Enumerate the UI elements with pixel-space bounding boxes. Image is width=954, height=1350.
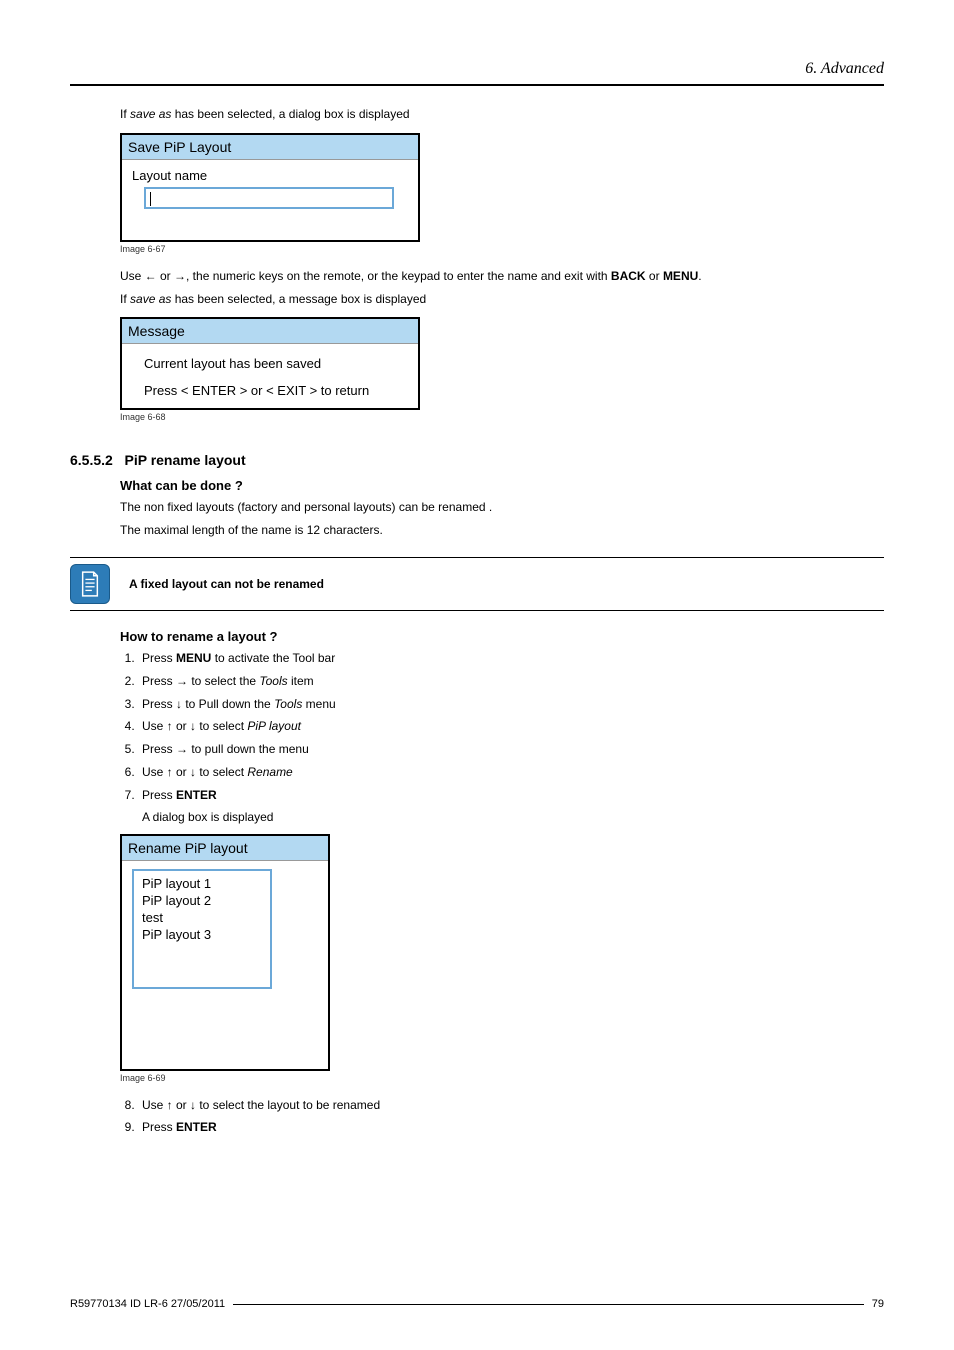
message-dialog: Message Current layout has been saved Pr… (120, 317, 420, 410)
step-6: Use ↑ or ↓ to select Rename (138, 764, 884, 781)
note-text: A fixed layout can not be renamed (128, 558, 884, 610)
footer-pagenum: 79 (872, 1298, 884, 1310)
arrow-instruction: Use ← or →, the numeric keys on the remo… (120, 268, 884, 285)
step-7: Press ENTER (138, 787, 884, 804)
intro-text-2: If save as has been selected, a message … (120, 291, 884, 308)
step-4: Use ↑ or ↓ to select PiP layout (138, 718, 884, 735)
list-item[interactable]: test (142, 909, 262, 926)
layout-name-input[interactable] (144, 187, 394, 209)
howto-steps-cont: Use ↑ or ↓ to select the layout to be re… (120, 1097, 884, 1137)
note-icon (70, 564, 110, 604)
note-block: A fixed layout can not be renamed (70, 557, 884, 611)
step-8: Use ↑ or ↓ to select the layout to be re… (138, 1097, 884, 1114)
what-p1: The non fixed layouts (factory and perso… (120, 499, 884, 516)
step-2: Press → to select the Tools item (138, 673, 884, 690)
step-7-sub: A dialog box is displayed (142, 810, 884, 824)
list-item[interactable]: PiP layout 1 (142, 875, 262, 892)
image-caption-6-68: Image 6-68 (120, 412, 884, 422)
layout-listbox[interactable]: PiP layout 1 PiP layout 2 test PiP layou… (132, 869, 272, 989)
what-p2: The maximal length of the name is 12 cha… (120, 522, 884, 539)
chapter-header: 6. Advanced (70, 60, 884, 78)
image-caption-6-69: Image 6-69 (120, 1073, 884, 1083)
step-3: Press ↓ to Pull down the Tools menu (138, 696, 884, 713)
step-5: Press → to pull down the menu (138, 741, 884, 758)
message-line-1: Current layout has been saved (144, 356, 402, 371)
list-item[interactable]: PiP layout 3 (142, 926, 262, 943)
rename-pip-layout-dialog: Rename PiP layout PiP layout 1 PiP layou… (120, 834, 330, 1071)
message-line-2: Press < ENTER > or < EXIT > to return (144, 383, 402, 398)
howto-heading: How to rename a layout ? (120, 629, 884, 644)
footer-docid: R59770134 ID LR-6 27/05/2011 (70, 1298, 225, 1310)
list-item[interactable]: PiP layout 2 (142, 892, 262, 909)
what-heading: What can be done ? (120, 478, 884, 493)
step-1: Press MENU to activate the Tool bar (138, 650, 884, 667)
image-caption-6-67: Image 6-67 (120, 244, 884, 254)
dialog-title: Save PiP Layout (122, 135, 418, 160)
dialog-title: Message (122, 319, 418, 344)
save-pip-layout-dialog: Save PiP Layout Layout name (120, 133, 420, 242)
header-rule (70, 84, 884, 86)
layout-name-label: Layout name (132, 168, 408, 183)
page-footer: R59770134 ID LR-6 27/05/2011 79 (70, 1298, 884, 1310)
step-9: Press ENTER (138, 1119, 884, 1136)
section-heading: 6.5.5.2 PiP rename layout (70, 452, 884, 468)
howto-steps: Press MENU to activate the Tool bar Pres… (120, 650, 884, 804)
intro-text-1: If save as has been selected, a dialog b… (120, 106, 884, 123)
dialog-title: Rename PiP layout (122, 836, 328, 861)
